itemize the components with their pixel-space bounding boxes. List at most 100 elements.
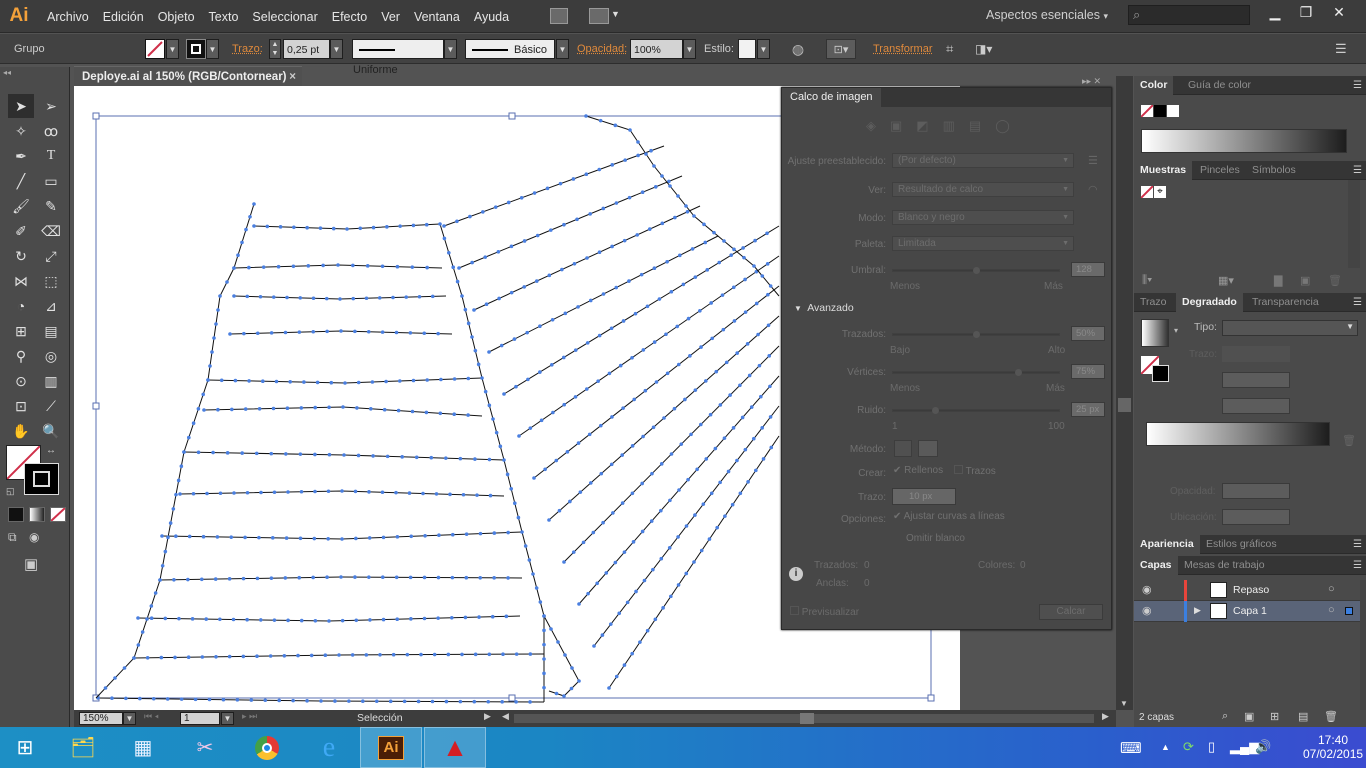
- ramp-step-line[interactable]: [443, 145, 665, 227]
- tab-image-trace[interactable]: Calco de imagen: [782, 88, 881, 107]
- resize-handle[interactable]: [927, 694, 935, 702]
- current-tool-status[interactable]: Selección: [357, 712, 403, 724]
- layer-row[interactable]: ◉ Repaso ○: [1134, 580, 1360, 601]
- mode-select[interactable]: Blanco y negro ▼: [892, 210, 1074, 225]
- opacity-dropdown[interactable]: ▼: [683, 39, 696, 59]
- screen-mode-icon[interactable]: ▣: [24, 555, 38, 573]
- resize-handle[interactable]: [508, 112, 516, 120]
- fills-checkbox[interactable]: ✔ Rellenos: [893, 465, 943, 476]
- gradient-stroke-buttons[interactable]: [1222, 346, 1290, 362]
- visibility-eye-icon[interactable]: ◉: [1142, 604, 1152, 617]
- preset-select[interactable]: (Por defecto) ▼: [892, 153, 1074, 168]
- sync-icon[interactable]: ⟳: [1183, 739, 1194, 755]
- horizontal-scrollbar[interactable]: [514, 713, 1094, 724]
- method-overlapping-button[interactable]: [918, 440, 938, 457]
- symbol-sprayer-tool-icon[interactable]: ⊙: [8, 369, 34, 393]
- delete-swatch-icon[interactable]: 🗑: [1328, 274, 1342, 287]
- tab-graphic-styles[interactable]: Estilos gráficos: [1200, 535, 1283, 554]
- new-swatch-icon[interactable]: ▣: [1300, 274, 1310, 287]
- swap-fill-stroke-icon[interactable]: ↔: [46, 445, 56, 456]
- new-sublayer-icon[interactable]: ⊞: [1270, 710, 1279, 723]
- resize-handle[interactable]: [92, 112, 100, 120]
- scale-tool-icon[interactable]: ⤢: [38, 244, 64, 268]
- ignore-white-checkbox[interactable]: Omitir blanco: [906, 533, 965, 544]
- line-tool-icon[interactable]: ╱: [8, 169, 34, 193]
- view-select[interactable]: Resultado de calco ▼: [892, 182, 1074, 197]
- perspective-grid-tool-icon[interactable]: ⊿: [38, 294, 64, 318]
- brush-dropdown[interactable]: ▼: [556, 39, 569, 59]
- tab-color-guide[interactable]: Guía de color: [1182, 76, 1257, 95]
- artboard-tool-icon[interactable]: ⊡: [8, 394, 34, 418]
- paths-input[interactable]: 50%: [1071, 326, 1105, 341]
- next-artboard-icon[interactable]: ▸ ⏭: [242, 711, 257, 722]
- panel-menu-icon[interactable]: ☰: [1353, 297, 1362, 308]
- style-dropdown[interactable]: ▼: [757, 39, 770, 59]
- slider-knob[interactable]: [1014, 369, 1022, 376]
- taskbar-chrome[interactable]: [236, 727, 298, 768]
- tab-transparency[interactable]: Transparencia: [1246, 293, 1325, 312]
- black-white-icon[interactable]: ▤: [969, 118, 981, 134]
- delete-stop-icon[interactable]: 🗑: [1342, 434, 1356, 447]
- tab-stroke[interactable]: Trazo: [1134, 293, 1172, 312]
- isolate-group-icon[interactable]: ⌗: [946, 39, 953, 59]
- outline-icon[interactable]: ◯: [995, 118, 1010, 134]
- trace-button[interactable]: Calcar: [1039, 604, 1103, 620]
- battery-icon[interactable]: ▯: [1208, 739, 1215, 755]
- tab-brushes[interactable]: Pinceles: [1194, 161, 1246, 180]
- new-layer-icon[interactable]: ▤: [1298, 710, 1308, 723]
- free-transform-tool-icon[interactable]: ⬚: [38, 269, 64, 293]
- pathfinder-icon[interactable]: ◨▾: [975, 39, 992, 59]
- slider-knob[interactable]: [973, 331, 980, 338]
- gradient-preview[interactable]: [1141, 319, 1169, 347]
- threshold-input[interactable]: 128: [1071, 262, 1105, 277]
- high-color-icon[interactable]: ▣: [890, 118, 902, 134]
- none-mode-icon[interactable]: [50, 507, 66, 522]
- rotate-tool-icon[interactable]: ↻: [8, 244, 34, 268]
- arrange-documents-icon[interactable]: [589, 8, 609, 24]
- panel-menu-icon[interactable]: ☰: [1353, 165, 1362, 176]
- layer-row[interactable]: ◉ ▶ Capa 1 ○: [1134, 601, 1360, 622]
- corners-input[interactable]: 75%: [1071, 364, 1105, 379]
- transform-panel-link[interactable]: Transformar: [873, 39, 933, 59]
- corners-slider[interactable]: [892, 369, 1060, 376]
- zoom-level-input[interactable]: 150%: [79, 712, 123, 725]
- close-button[interactable]: ✕: [1322, 2, 1356, 22]
- tab-color[interactable]: Color: [1134, 76, 1174, 95]
- chevron-down-icon[interactable]: ▼: [611, 9, 620, 19]
- hand-tool-icon[interactable]: ✋: [8, 419, 34, 443]
- menu-efecto[interactable]: Efecto: [325, 10, 374, 24]
- shape-builder-tool-icon[interactable]: ◔: [8, 294, 34, 318]
- zoom-tool-icon[interactable]: 🔍: [38, 419, 64, 443]
- menu-texto[interactable]: Texto: [202, 10, 246, 24]
- vertical-scrollbar[interactable]: ▼: [1116, 76, 1133, 710]
- gradient-slider[interactable]: [1146, 422, 1330, 446]
- ramp-step-line[interactable]: [503, 225, 780, 395]
- taskbar-snipping-tool[interactable]: ✂: [174, 727, 236, 768]
- lasso-tool-icon[interactable]: ꝏ: [38, 119, 64, 143]
- restore-button[interactable]: ❐: [1289, 2, 1323, 22]
- opacity-input[interactable]: 100%: [630, 39, 683, 59]
- selection-indicator[interactable]: [1345, 607, 1353, 615]
- fill-dropdown[interactable]: ▼: [166, 39, 179, 59]
- color-mode-icon[interactable]: [8, 507, 24, 522]
- stroke-color-box[interactable]: [24, 463, 59, 495]
- noise-slider[interactable]: [892, 407, 1060, 414]
- paintbrush-tool-icon[interactable]: 🖌: [8, 194, 34, 218]
- swatch-libraries-icon[interactable]: ⫼▾: [1142, 274, 1152, 287]
- none-swatch[interactable]: [1140, 104, 1154, 118]
- gradient-location-input[interactable]: [1222, 509, 1290, 525]
- close-tab-icon[interactable]: ×: [289, 67, 296, 87]
- panel-menu-icon[interactable]: ☰: [1353, 539, 1362, 550]
- show-hidden-icons[interactable]: ▲: [1161, 742, 1170, 752]
- make-clipping-mask-icon[interactable]: ▣: [1244, 710, 1254, 723]
- slice-tool-icon[interactable]: ⟋: [38, 394, 64, 418]
- black-swatch[interactable]: [1154, 105, 1166, 117]
- graphic-style-swatch[interactable]: [738, 39, 756, 59]
- grayscale-icon[interactable]: ▥: [943, 118, 955, 134]
- eraser-tool-icon[interactable]: ⌫: [38, 219, 64, 243]
- taskbar-file-explorer[interactable]: 🗂: [52, 727, 114, 768]
- menu-ayuda[interactable]: Ayuda: [467, 10, 516, 24]
- ramp-step-line[interactable]: [458, 175, 683, 269]
- gradient-angle-input[interactable]: [1222, 372, 1290, 388]
- ramp-bottom-edge[interactable]: [543, 615, 580, 697]
